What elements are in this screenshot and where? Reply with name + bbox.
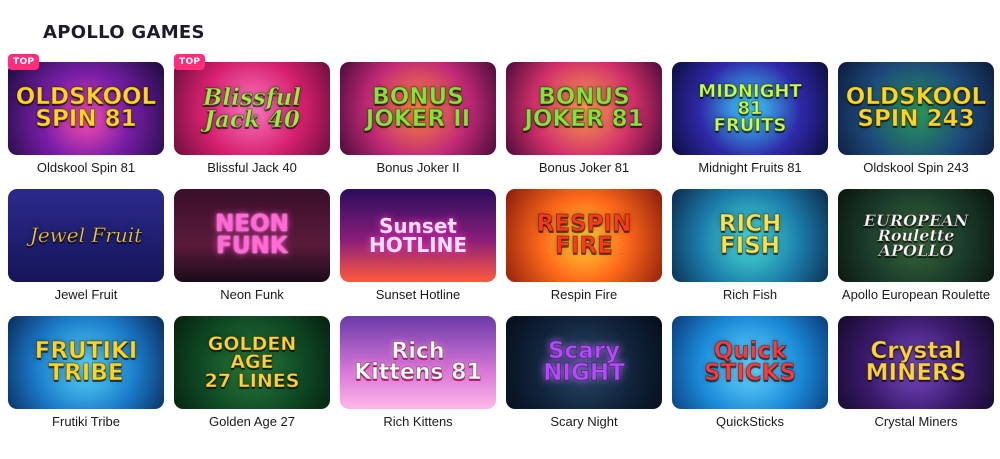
- game-title[interactable]: Midnight Fruits 81: [672, 160, 828, 175]
- game-title[interactable]: Rich Kittens: [340, 414, 496, 429]
- game-tile-bonus-joker-ii[interactable]: BONUS JOKER II Bonus Joker II: [340, 62, 496, 189]
- game-logo: Rich Kittens 81: [354, 338, 483, 385]
- game-thumbnail[interactable]: MIDNIGHT 81 FRUITS: [672, 62, 828, 155]
- game-title[interactable]: QuickSticks: [672, 414, 828, 429]
- game-title[interactable]: Oldskool Spin 243: [838, 160, 994, 175]
- game-title[interactable]: Respin Fire: [506, 287, 662, 302]
- game-title[interactable]: Neon Funk: [174, 287, 330, 302]
- game-tile-blissful-jack-40[interactable]: TOP Blissful Jack 40 Blissful Jack 40: [174, 54, 330, 189]
- game-logo: BONUS JOKER II: [365, 83, 471, 132]
- game-logo: GOLDEN AGE 27 LINES: [204, 333, 300, 392]
- game-logo: Quick STICKS: [703, 337, 797, 386]
- game-title[interactable]: Golden Age 27: [174, 414, 330, 429]
- game-logo: Blissful Jack 40: [202, 83, 302, 133]
- game-title[interactable]: Blissful Jack 40: [174, 160, 330, 175]
- game-logo: FRUTIKI TRIBE: [34, 337, 138, 386]
- game-title[interactable]: Sunset Hotline: [340, 287, 496, 302]
- game-title[interactable]: Rich Fish: [672, 287, 828, 302]
- game-thumbnail[interactable]: Quick STICKS: [672, 316, 828, 409]
- top-badge: TOP: [8, 54, 40, 70]
- games-grid: TOP OLDSKOOL SPIN 81 Oldskool Spin 81 TO…: [8, 54, 994, 443]
- game-thumbnail[interactable]: Rich Kittens 81: [340, 316, 496, 409]
- top-badge: TOP: [174, 54, 206, 70]
- game-tile-oldskool-spin-243[interactable]: OLDSKOOL SPIN 243 Oldskool Spin 243: [838, 62, 994, 189]
- game-tile-golden-age-27[interactable]: GOLDEN AGE 27 LINES Golden Age 27: [174, 316, 330, 443]
- game-logo: Crystal MINERS: [865, 337, 967, 386]
- game-tile-midnight-fruits-81[interactable]: MIDNIGHT 81 FRUITS Midnight Fruits 81: [672, 62, 828, 189]
- game-title[interactable]: Scary Night: [506, 414, 662, 429]
- game-logo: NEON FUNK: [215, 210, 289, 259]
- game-thumbnail[interactable]: Scary NIGHT: [506, 316, 662, 409]
- game-logo: OLDSKOOL SPIN 243: [845, 83, 987, 132]
- game-title[interactable]: Apollo European Roulette: [838, 287, 994, 302]
- game-logo: EUROPEAN Roulette APOLLO: [863, 210, 969, 261]
- game-thumbnail[interactable]: NEON FUNK: [174, 189, 330, 282]
- game-logo: OLDSKOOL SPIN 81: [15, 83, 157, 132]
- game-logo: RESPIN FIRE: [536, 210, 632, 259]
- game-thumbnail[interactable]: EUROPEAN Roulette APOLLO: [838, 189, 994, 282]
- game-thumbnail[interactable]: Crystal MINERS: [838, 316, 994, 409]
- game-tile-rich-fish[interactable]: RICH FISH Rich Fish: [672, 189, 828, 316]
- game-tile-bonus-joker-81[interactable]: BONUS JOKER 81 Bonus Joker 81: [506, 62, 662, 189]
- game-tile-rich-kittens[interactable]: Rich Kittens 81 Rich Kittens: [340, 316, 496, 443]
- game-logo: BONUS JOKER 81: [524, 83, 644, 132]
- game-logo: RICH FISH: [718, 210, 782, 259]
- game-logo: MIDNIGHT 81 FRUITS: [698, 80, 802, 137]
- game-tile-sunset-hotline[interactable]: Sunset HOTLINE Sunset Hotline: [340, 189, 496, 316]
- game-tile-oldskool-spin-81[interactable]: TOP OLDSKOOL SPIN 81 Oldskool Spin 81: [8, 54, 164, 189]
- game-title[interactable]: Jewel Fruit: [8, 287, 164, 302]
- section-title: APOLLO GAMES: [43, 22, 205, 43]
- game-tile-respin-fire[interactable]: RESPIN FIRE Respin Fire: [506, 189, 662, 316]
- game-thumbnail[interactable]: OLDSKOOL SPIN 243: [838, 62, 994, 155]
- game-title[interactable]: Bonus Joker II: [340, 160, 496, 175]
- game-title[interactable]: Frutiki Tribe: [8, 414, 164, 429]
- game-thumbnail[interactable]: Jewel Fruit: [8, 189, 164, 282]
- game-title[interactable]: Bonus Joker 81: [506, 160, 662, 175]
- game-thumbnail[interactable]: Blissful Jack 40: [174, 62, 330, 155]
- game-thumbnail[interactable]: RESPIN FIRE: [506, 189, 662, 282]
- game-tile-crystal-miners[interactable]: Crystal MINERS Crystal Miners: [838, 316, 994, 443]
- game-thumbnail[interactable]: BONUS JOKER 81: [506, 62, 662, 155]
- game-tile-scary-night[interactable]: Scary NIGHT Scary Night: [506, 316, 662, 443]
- game-logo: Sunset HOTLINE: [369, 213, 467, 257]
- game-tile-frutiki-tribe[interactable]: FRUTIKI TRIBE Frutiki Tribe: [8, 316, 164, 443]
- game-tile-quicksticks[interactable]: Quick STICKS QuickSticks: [672, 316, 828, 443]
- game-tile-neon-funk[interactable]: NEON FUNK Neon Funk: [174, 189, 330, 316]
- game-thumbnail[interactable]: RICH FISH: [672, 189, 828, 282]
- game-thumbnail[interactable]: FRUTIKI TRIBE: [8, 316, 164, 409]
- game-tile-jewel-fruit[interactable]: Jewel Fruit Jewel Fruit: [8, 189, 164, 316]
- game-logo: Jewel Fruit: [29, 223, 143, 247]
- game-title[interactable]: Oldskool Spin 81: [8, 160, 164, 175]
- game-tile-apollo-european-roulette[interactable]: EUROPEAN Roulette APOLLO Apollo European…: [838, 189, 994, 316]
- game-thumbnail[interactable]: OLDSKOOL SPIN 81: [8, 62, 164, 155]
- game-thumbnail[interactable]: Sunset HOTLINE: [340, 189, 496, 282]
- game-logo: Scary NIGHT: [543, 337, 626, 386]
- game-thumbnail[interactable]: BONUS JOKER II: [340, 62, 496, 155]
- game-thumbnail[interactable]: GOLDEN AGE 27 LINES: [174, 316, 330, 409]
- game-title[interactable]: Crystal Miners: [838, 414, 994, 429]
